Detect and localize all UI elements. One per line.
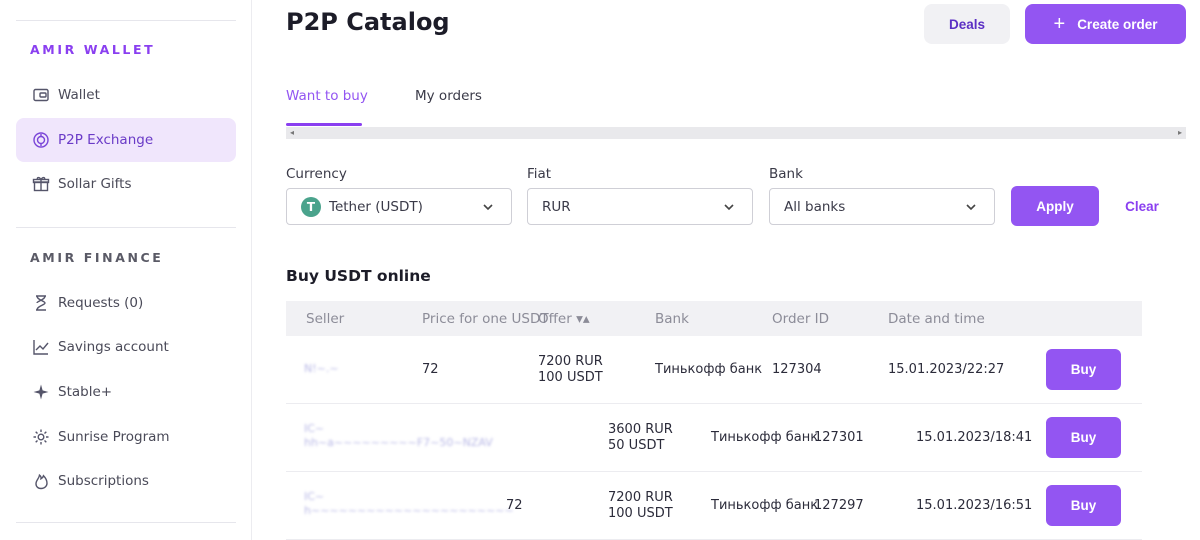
flame-icon [32, 472, 50, 490]
column-header-bank: Bank [655, 311, 689, 327]
datetime-cell: 15.01.2023/16:51 [916, 498, 1033, 513]
hourglass-icon [32, 294, 50, 312]
wallet-icon [32, 86, 50, 104]
sidebar: AMIR WALLET Wallet P2P Exchange Sollar G… [0, 0, 252, 540]
offer-cell: 7200 RUR 100 USDT [538, 354, 603, 386]
offer-rur: 7200 RUR [608, 490, 673, 505]
sidebar-divider [16, 20, 236, 21]
offer-usdt: 100 USDT [608, 506, 673, 521]
chevron-down-icon [724, 204, 734, 211]
active-tab-indicator [286, 123, 362, 126]
offer-usdt: 100 USDT [538, 370, 603, 385]
buy-button[interactable]: Buy [1046, 417, 1121, 458]
tab-want-to-buy[interactable]: Want to buy [286, 88, 368, 104]
seller-name-redacted: N!~.~ [304, 362, 339, 375]
scroll-right-icon[interactable]: ▸ [1178, 127, 1182, 139]
fiat-select[interactable]: RUR [527, 188, 753, 225]
column-header-seller: Seller [306, 311, 345, 327]
seller-name-redacted: IC~ hh~a~~~~~~~~~F7~50~NZAV [304, 422, 493, 449]
create-order-button[interactable]: + Create order [1025, 4, 1186, 44]
sidebar-item-requests[interactable]: Requests (0) [16, 281, 236, 325]
bank-cell: Тинькофф банк [711, 430, 819, 445]
sidebar-divider [16, 522, 236, 523]
sidebar-item-stable-plus[interactable]: Stable+ [16, 370, 236, 414]
sidebar-item-label: P2P Exchange [58, 132, 154, 148]
currency-select[interactable]: T Tether (USDT) [286, 188, 512, 225]
order-id-cell: 127297 [814, 498, 864, 513]
chevron-down-icon [483, 204, 493, 211]
sidebar-item-label: Savings account [58, 339, 169, 355]
sidebar-section-wallet: AMIR WALLET [30, 42, 156, 57]
sidebar-section-finance: AMIR FINANCE [30, 250, 164, 265]
tether-icon: T [301, 196, 321, 217]
sidebar-item-p2p-exchange[interactable]: P2P Exchange [16, 118, 236, 162]
column-header-date-time: Date and time [888, 311, 985, 327]
order-id-cell: 127304 [772, 362, 822, 377]
bank-cell: Тинькофф банк [655, 362, 763, 377]
buy-button[interactable]: Buy [1046, 485, 1121, 526]
plus-icon: + [1053, 13, 1066, 35]
fiat-value: RUR [542, 198, 571, 215]
sidebar-item-label: Sunrise Program [58, 429, 170, 445]
seller-name-redacted: IC~ h~~~~~~~~~~~~~~~~~~~~~~ [304, 490, 514, 517]
create-order-label: Create order [1077, 16, 1158, 32]
tabs-scrollbar[interactable]: ◂ ▸ [286, 127, 1186, 139]
offer-rur: 7200 RUR [538, 354, 603, 369]
app-root: AMIR WALLET Wallet P2P Exchange Sollar G… [0, 0, 1200, 540]
apply-button[interactable]: Apply [1011, 186, 1099, 226]
exchange-icon [32, 131, 50, 149]
page-title: P2P Catalog [286, 8, 450, 36]
clear-button[interactable]: Clear [1114, 186, 1170, 226]
buy-button[interactable]: Buy [1046, 349, 1121, 390]
table-header: Seller Price for one USDT Offer ▾▴ Bank … [286, 301, 1142, 336]
table-row: IC~ hh~a~~~~~~~~~F7~50~NZAV 3600 RUR 50 U… [286, 404, 1142, 472]
bank-cell: Тинькофф банк [711, 498, 819, 513]
sidebar-item-label: Sollar Gifts [58, 176, 132, 192]
offer-cell: 7200 RUR 100 USDT [608, 490, 673, 522]
table-row: IC~ h~~~~~~~~~~~~~~~~~~~~~~ 72 7200 RUR 1… [286, 472, 1142, 540]
sidebar-item-subscriptions[interactable]: Subscriptions [16, 459, 236, 503]
section-title: Buy USDT online [286, 267, 431, 285]
sidebar-item-label: Wallet [58, 87, 100, 103]
sidebar-item-label: Stable+ [58, 384, 113, 400]
sidebar-item-label: Requests (0) [58, 295, 144, 311]
sidebar-item-label: Subscriptions [58, 473, 149, 489]
deals-button[interactable]: Deals [924, 4, 1010, 44]
order-id-cell: 127301 [814, 430, 864, 445]
column-header-order-id: Order ID [772, 311, 830, 327]
gift-icon [32, 175, 50, 193]
table-row: N!~.~ 72 7200 RUR 100 USDT Тинькофф банк… [286, 336, 1142, 404]
gear-icon [32, 428, 50, 446]
chevron-down-icon [966, 204, 976, 211]
currency-value: Tether (USDT) [329, 198, 423, 215]
sidebar-item-sollar-gifts[interactable]: Sollar Gifts [16, 162, 236, 206]
datetime-cell: 15.01.2023/22:27 [888, 362, 1005, 377]
sparkle-icon [32, 383, 50, 401]
offer-usdt: 50 USDT [608, 438, 665, 453]
price-cell: 72 [422, 362, 439, 377]
sidebar-item-savings-account[interactable]: Savings account [16, 325, 236, 369]
sidebar-divider [16, 227, 236, 228]
datetime-cell: 15.01.2023/18:41 [916, 430, 1033, 445]
bank-select[interactable]: All banks [769, 188, 995, 225]
offer-rur: 3600 RUR [608, 422, 673, 437]
scroll-left-icon[interactable]: ◂ [290, 127, 294, 139]
bank-label: Bank [769, 166, 803, 182]
column-header-offer[interactable]: Offer ▾▴ [538, 311, 590, 327]
bank-value: All banks [784, 198, 846, 215]
fiat-label: Fiat [527, 166, 552, 182]
price-cell: 72 [506, 498, 523, 513]
sidebar-item-sunrise-program[interactable]: Sunrise Program [16, 415, 236, 459]
tab-my-orders[interactable]: My orders [415, 88, 482, 104]
column-header-price: Price for one USDT [422, 311, 549, 327]
currency-label: Currency [286, 166, 347, 182]
chart-icon [32, 338, 50, 356]
offer-cell: 3600 RUR 50 USDT [608, 422, 673, 454]
sidebar-item-wallet[interactable]: Wallet [16, 73, 236, 117]
